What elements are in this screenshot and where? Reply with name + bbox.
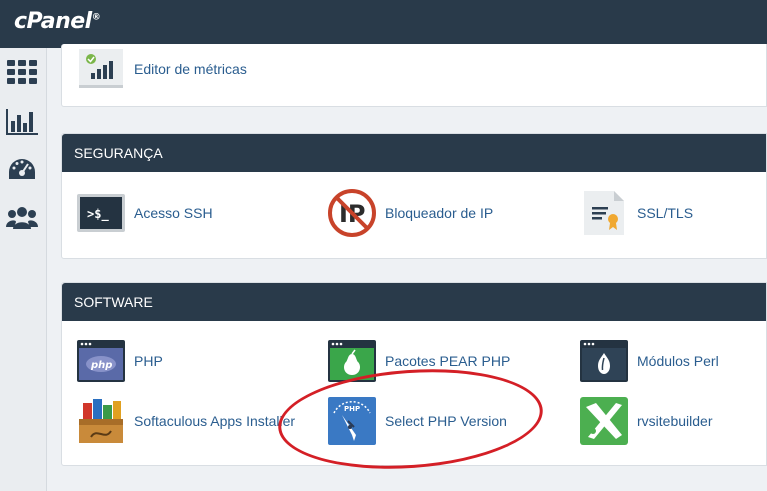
sidebar-item-home[interactable] bbox=[6, 56, 38, 88]
terminal-icon: >$_ bbox=[77, 189, 125, 237]
stats-icon bbox=[6, 109, 38, 135]
top-bar: cPanel® bbox=[0, 0, 767, 48]
cpanel-logo[interactable]: cPanel® bbox=[14, 9, 101, 34]
item-ip-blocker[interactable]: IP Bloqueador de IP bbox=[328, 188, 493, 238]
main-content: Editor de métricas SEGURANÇA >$_ Acesso … bbox=[47, 44, 767, 491]
dashboard-gauge-icon bbox=[9, 159, 35, 179]
item-pear-packages[interactable]: Pacotes PEAR PHP bbox=[328, 336, 510, 386]
item-softaculous[interactable]: Softaculous Apps Installer bbox=[77, 396, 295, 446]
item-label: Módulos Perl bbox=[637, 353, 719, 369]
sidebar-item-stats[interactable] bbox=[6, 106, 38, 138]
rvsitebuilder-icon bbox=[580, 397, 628, 445]
sidebar-item-users[interactable] bbox=[6, 202, 38, 234]
certificate-icon bbox=[580, 189, 628, 237]
svg-text:php: php bbox=[90, 360, 112, 371]
item-label: Softaculous Apps Installer bbox=[134, 413, 296, 429]
item-ssh-access[interactable]: >$_ Acesso SSH bbox=[77, 188, 213, 238]
item-ssl-tls[interactable]: SSL/TLS bbox=[580, 188, 693, 238]
item-label: Select PHP Version bbox=[385, 413, 507, 429]
sidebar bbox=[0, 48, 47, 491]
sidebar-item-dashboard[interactable] bbox=[6, 154, 38, 186]
item-perl-modules[interactable]: Módulos Perl bbox=[580, 336, 719, 386]
perl-icon bbox=[580, 337, 628, 385]
item-rvsitebuilder[interactable]: rvsitebuilder bbox=[580, 396, 712, 446]
metrics-editor-icon bbox=[77, 45, 125, 93]
pear-icon bbox=[328, 337, 376, 385]
php-icon: php bbox=[77, 337, 125, 385]
item-label: Pacotes PEAR PHP bbox=[385, 353, 511, 369]
users-icon bbox=[6, 207, 38, 229]
security-panel: SEGURANÇA >$_ Acesso SSH IP Bloqueador d… bbox=[61, 133, 767, 259]
software-panel: SOFTWARE php PHP Pacotes PEAR PHP Módulo… bbox=[61, 282, 767, 466]
metrics-panel: Editor de métricas bbox=[61, 44, 767, 107]
section-title-software: SOFTWARE bbox=[62, 283, 766, 321]
item-php[interactable]: php PHP bbox=[77, 336, 163, 386]
svg-text:PHP: PHP bbox=[344, 405, 360, 413]
grid-icon bbox=[7, 60, 37, 84]
logo-registered-mark: ® bbox=[91, 12, 101, 23]
item-metrics-editor[interactable]: Editor de métricas bbox=[77, 44, 247, 94]
item-label: Editor de métricas bbox=[134, 61, 247, 77]
softaculous-icon bbox=[77, 397, 125, 445]
item-label: SSL/TLS bbox=[637, 205, 694, 221]
item-label: Bloqueador de IP bbox=[385, 205, 494, 221]
php-version-icon: PHP bbox=[328, 397, 376, 445]
section-title-security: SEGURANÇA bbox=[62, 134, 766, 172]
item-label: Acesso SSH bbox=[134, 205, 213, 221]
item-label: PHP bbox=[134, 353, 163, 369]
item-label: rvsitebuilder bbox=[637, 413, 713, 429]
item-select-php-version[interactable]: PHP Select PHP Version bbox=[328, 396, 507, 446]
logo-text: cPanel bbox=[14, 9, 92, 34]
ip-blocker-icon: IP bbox=[328, 189, 376, 237]
svg-text:>$_: >$_ bbox=[87, 207, 109, 222]
